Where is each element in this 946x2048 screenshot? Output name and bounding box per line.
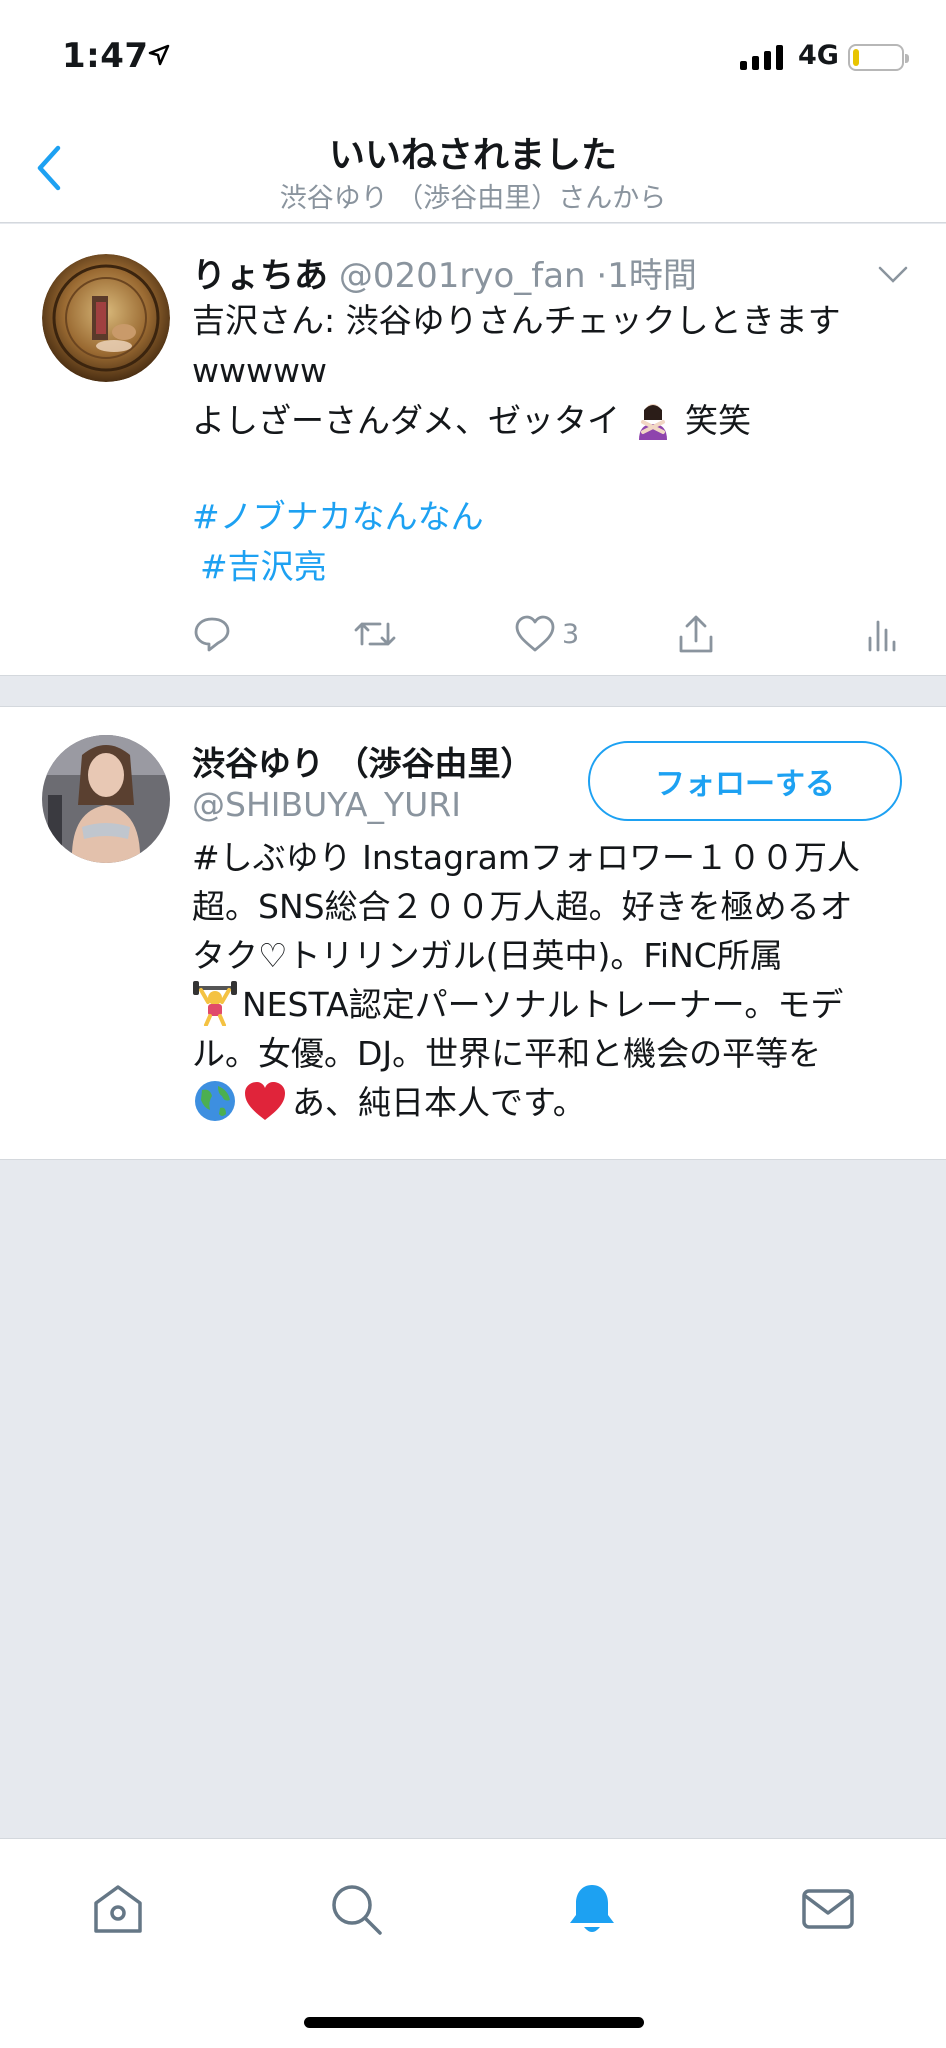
tweet-text-segment: 笑笑 (685, 401, 752, 440)
notifications-icon[interactable] (562, 1879, 622, 1939)
bio-line: あ、純日本人です。 (192, 1078, 912, 1127)
no-gesture-emoji-icon (638, 404, 667, 440)
time-separator: · (596, 256, 608, 296)
tweet-time: 1時間 (607, 256, 697, 296)
follow-button[interactable]: フォローする (588, 741, 902, 821)
tweet-author-handle[interactable]: @0201ryo_fan (339, 256, 586, 296)
messages-icon[interactable] (798, 1879, 858, 1939)
status-bar: 1:47 4G (0, 0, 946, 110)
bio-line: NESTA認定パーソナルトレーナー。モデ (192, 980, 912, 1029)
bio-line: 超。SNS総合２００万人超。好きを極めるオ (192, 887, 853, 926)
tweet-text-line: wwwww (192, 351, 327, 390)
globe-emoji-icon (195, 1081, 235, 1121)
tweet-text-segment: よしざーさんダメ、ゼッタイ (192, 401, 621, 440)
bio-text: あ、純日本人です。 (292, 1083, 586, 1122)
like-button[interactable]: 3 (514, 604, 579, 664)
bio-line: #しぶゆり Instagramフォロワー１００万人 (192, 838, 861, 877)
bio-line: ル。女優。DJ。世界に平和と機会の平等を (192, 1034, 822, 1073)
user-handle[interactable]: @SHIBUYA_YURI (192, 785, 461, 824)
hashtag-link[interactable]: #ノブナカなんなん (192, 492, 912, 542)
user-bio: #しぶゆり Instagramフォロワー１００万人 超。SNS総合２００万人超。… (192, 833, 912, 1127)
tweet-author-avatar[interactable] (42, 254, 170, 382)
user-avatar[interactable] (42, 735, 170, 863)
home-indicator[interactable] (304, 2017, 644, 2028)
signal-icon (740, 44, 783, 70)
share-icon (679, 615, 713, 653)
analytics-button[interactable] (866, 604, 896, 664)
red-heart-emoji-icon (245, 1082, 285, 1120)
share-button[interactable] (676, 604, 716, 664)
bio-text: NESTA認定パーソナルトレーナー。モデ (242, 985, 844, 1024)
weightlifter-emoji-icon (193, 981, 237, 1026)
chevron-down-icon[interactable] (878, 266, 908, 284)
retweet-button[interactable] (352, 604, 398, 664)
tweet-author-name[interactable]: りょちあ (192, 256, 328, 296)
status-time: 1:47 (62, 36, 149, 76)
home-icon[interactable] (88, 1879, 148, 1939)
reply-button[interactable] (192, 604, 232, 664)
heart-icon (515, 615, 555, 652)
hashtag-link[interactable]: #吉沢亮 (192, 542, 912, 592)
search-icon[interactable] (326, 1879, 386, 1939)
tweet-text-line: よしざーさんダメ、ゼッタイ 笑笑 (192, 396, 912, 446)
tweet-text: 吉沢さん: 渋谷ゆりさんチェックしときます wwwww よしざーさんダメ、ゼッタ… (192, 296, 912, 592)
page-title: いいねされました (328, 135, 617, 176)
user-display-name[interactable]: 渋谷ゆり （渉谷由里） (192, 737, 534, 785)
retweet-icon (354, 622, 396, 646)
reply-icon (194, 617, 230, 652)
like-count: 3 (562, 618, 580, 650)
tweet-text-line: 吉沢さん: 渋谷ゆりさんチェックしときます (192, 301, 841, 340)
tab-bar (0, 1838, 946, 2048)
page-subtitle: 渋谷ゆり （渉谷由里）さんから (279, 183, 667, 214)
tweet-actions: 3 (0, 604, 946, 664)
analytics-icon (868, 620, 896, 652)
network-type: 4G (798, 40, 839, 71)
battery-icon (848, 44, 909, 71)
location-arrow-icon (148, 44, 170, 66)
tweet-header: りょちあ @0201ryo_fan ·1時間 (192, 248, 697, 297)
bio-line: タク♡トリリンガル(日英中)。FiNC所属 (192, 936, 783, 975)
tweet-card[interactable]: りょちあ @0201ryo_fan ·1時間 吉沢さん: 渋谷ゆりさんチェックし… (0, 224, 946, 676)
user-card[interactable]: 渋谷ゆり （渉谷由里） @SHIBUYA_YURI フォローする #しぶゆり I… (0, 706, 946, 1160)
nav-header: いいねされました 渋谷ゆり （渉谷由里）さんから (0, 110, 946, 223)
